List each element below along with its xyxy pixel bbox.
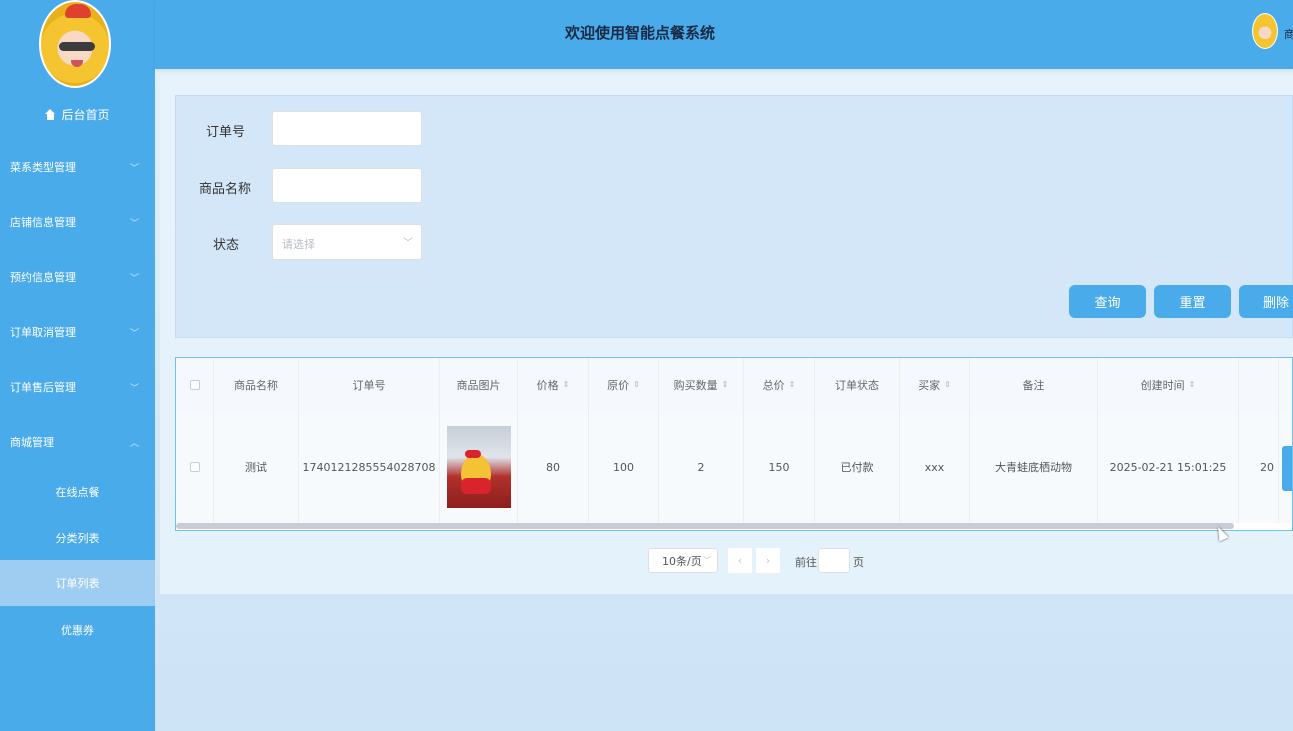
chevron-down-icon: ﹀ <box>129 219 139 229</box>
column-header: 备注 <box>970 358 1098 411</box>
sidebar-home-link[interactable]: 后台首页 <box>0 104 155 124</box>
cell-quantity: 2 <box>659 411 744 523</box>
goto-page-input[interactable] <box>818 548 850 573</box>
status-select-placeholder: 请选择 <box>282 238 315 251</box>
column-header: 商品名称 <box>214 358 299 411</box>
column-header-sortable[interactable]: 价格 ⇕ <box>518 358 589 411</box>
cell-total: 150 <box>744 411 815 523</box>
chevron-up-icon: ︿ <box>129 439 139 449</box>
cell-goods-image <box>440 411 518 523</box>
sidebar-menu-cuisine-type[interactable]: 菜系类型管理 ﹀ <box>0 152 155 182</box>
prev-page-button[interactable]: ‹ <box>728 548 752 573</box>
user-avatar[interactable] <box>1252 13 1278 49</box>
query-button[interactable]: 查询 <box>1069 285 1146 318</box>
order-no-input[interactable] <box>272 111 422 146</box>
table-row[interactable]: 测试 1740121285554028708 80 100 2 150 已付款 … <box>176 411 1292 523</box>
sidebar-menu-mall[interactable]: 商城管理 ︿ <box>0 427 155 457</box>
horizontal-scrollbar[interactable] <box>176 523 1234 529</box>
page-title: 欢迎使用智能点餐系统 <box>564 24 715 42</box>
column-header-sortable[interactable]: 原价 ⇕ <box>589 358 659 411</box>
column-header-sortable[interactable]: 创建时间 ⇕ <box>1098 358 1239 411</box>
sort-icon[interactable]: ⇕ <box>563 380 570 389</box>
goods-name-label: 商品名称 <box>198 182 251 197</box>
select-all-cell <box>176 358 214 411</box>
column-header-sortable[interactable]: 买家 ⇕ <box>900 358 970 411</box>
column-header: 订单状态 <box>815 358 900 411</box>
sidebar-home-label: 后台首页 <box>61 107 110 122</box>
column-header-sortable[interactable]: 总价 ⇕ <box>744 358 815 411</box>
sidebar-item-category-list[interactable]: 分类列表 <box>0 516 155 560</box>
sort-icon[interactable]: ⇕ <box>789 380 796 389</box>
cell-price: 80 <box>518 411 589 523</box>
cell-buyer: xxx <box>900 411 970 523</box>
column-header: 商品图片 <box>440 358 518 411</box>
chevron-down-icon: ﹀ <box>129 384 139 394</box>
sidebar-item-order-list[interactable]: 订单列表 <box>0 560 155 606</box>
chevron-down-icon: ﹀ <box>129 329 139 339</box>
goods-name-input[interactable] <box>272 168 422 203</box>
next-page-button[interactable]: › <box>756 548 780 573</box>
page-size-select[interactable]: 10条/页 ﹀ <box>648 548 718 573</box>
sidebar-menu-reservation[interactable]: 预约信息管理 ﹀ <box>0 262 155 292</box>
goto-label: 前往 <box>795 556 817 569</box>
cell-original-price: 100 <box>589 411 659 523</box>
cell-status: 已付款 <box>815 411 900 523</box>
goods-thumbnail[interactable] <box>446 426 511 508</box>
sidebar-avatar <box>39 0 111 88</box>
sidebar-menu-after-sales[interactable]: 订单售后管理 ﹀ <box>0 372 155 402</box>
sidebar-menu-shop-info[interactable]: 店铺信息管理 ﹀ <box>0 207 155 237</box>
chevron-down-icon: ﹀ <box>703 556 711 565</box>
chevron-down-icon: ﹀ <box>129 274 139 284</box>
sidebar-menu-order-cancel[interactable]: 订单取消管理 ﹀ <box>0 317 155 347</box>
home-icon <box>45 108 56 120</box>
cell-created-at: 2025-02-21 15:01:25 <box>1098 411 1239 523</box>
sort-icon[interactable]: ⇕ <box>1189 380 1196 389</box>
user-name[interactable]: 商 <box>1284 26 1293 42</box>
goto-suffix: 页 <box>853 556 864 569</box>
top-header: 欢迎使用智能点餐系统 商 <box>155 0 1293 69</box>
column-header: 订单号 <box>299 358 440 411</box>
table-header: 商品名称 订单号 商品图片 价格 ⇕ 原价 ⇕ 购买数量 ⇕ 总价 ⇕ 订单状态 买家 ⇕… <box>176 358 1292 411</box>
row-checkbox[interactable] <box>189 462 200 472</box>
sort-icon[interactable]: ⇕ <box>722 380 729 389</box>
sort-icon[interactable]: ⇕ <box>633 380 640 389</box>
cell-extra: 20 <box>1239 411 1279 523</box>
order-no-label: 订单号 <box>205 125 245 140</box>
reset-button[interactable]: 重置 <box>1154 285 1231 318</box>
column-header-sortable[interactable]: 购买数量 ⇕ <box>659 358 744 411</box>
chevron-down-icon: ﹀ <box>403 238 413 249</box>
order-table: 商品名称 订单号 商品图片 价格 ⇕ 原价 ⇕ 购买数量 ⇕ 总价 ⇕ 订单状态 买家 ⇕… <box>175 357 1293 531</box>
sidebar: 后台首页 菜系类型管理 ﹀ 店铺信息管理 ﹀ 预约信息管理 ﹀ 订单取消管理 ﹀… <box>0 0 155 731</box>
cell-remark: 大青蛙底栖动物 <box>970 411 1098 523</box>
sidebar-item-coupon[interactable]: 优惠券 <box>0 608 155 652</box>
cell-goods-name: 测试 <box>214 411 299 523</box>
row-action-button[interactable] <box>1282 446 1292 491</box>
chevron-down-icon: ﹀ <box>129 164 139 174</box>
column-header <box>1239 358 1279 411</box>
delete-button[interactable]: 删除 <box>1239 285 1293 318</box>
sidebar-item-online-order[interactable]: 在线点餐 <box>0 470 155 514</box>
row-select-cell <box>176 411 214 523</box>
select-all-checkbox[interactable] <box>189 379 200 390</box>
status-label: 状态 <box>212 238 239 253</box>
cell-order-no: 1740121285554028708 <box>299 411 440 523</box>
status-select[interactable]: 请选择 ﹀ <box>272 224 422 260</box>
sort-icon[interactable]: ⇕ <box>944 380 951 389</box>
